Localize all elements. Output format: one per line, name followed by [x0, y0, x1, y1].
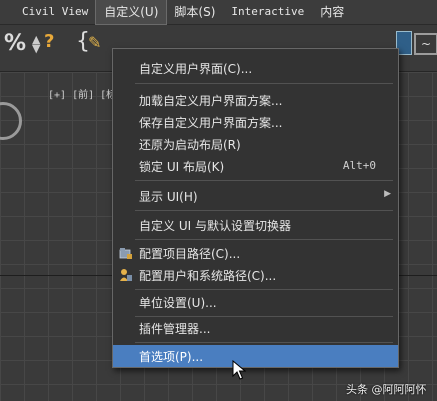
viewport-label[interactable]: [+] [前] [标 — [48, 86, 116, 101]
menu-item-revert-startup-layout[interactable]: 还原为启动布局(R) — [113, 133, 398, 155]
edit-pen-icon[interactable]: ✎ — [88, 33, 101, 52]
customize-dropdown-menu: 自定义用户界面(C)... 加载自定义用户界面方案... 保存自定义用户界面方案… — [112, 48, 399, 368]
menu-item-configure-user-system-paths[interactable]: 配置用户和系统路径(C)... — [113, 264, 398, 286]
menu-item-label: 配置用户和系统路径(C)... — [139, 269, 277, 283]
menu-civil-view[interactable]: Civil View — [0, 0, 96, 24]
menu-separator — [135, 342, 393, 343]
menu-item-shortcut: Alt+0 — [342, 159, 376, 172]
menu-item-configure-project-paths[interactable]: 配置项目路径(C)... — [113, 242, 398, 264]
watermark-text: 头条 @阿阿阿怀 — [346, 383, 427, 396]
menu-item-label: 配置项目路径(C)... — [139, 247, 241, 261]
submenu-arrow-icon: ▶ — [384, 189, 391, 199]
menu-item-label: 单位设置(U)... — [139, 296, 217, 310]
menu-item-label: 自定义用户界面(C)... — [139, 62, 253, 76]
menu-customize[interactable]: 自定义(U) — [95, 0, 168, 25]
menu-item-label: 首选项(P)... — [139, 350, 204, 364]
menu-item-load-ui-scheme[interactable]: 加载自定义用户界面方案... — [113, 89, 398, 111]
menu-item-label: 锁定 UI 布局(K) — [139, 160, 225, 174]
menu-item-ui-defaults-switcher[interactable]: 自定义 UI 与默认设置切换器 — [113, 214, 398, 236]
menu-item-plugin-manager[interactable]: 插件管理器... — [113, 317, 398, 339]
wave-curve-icon[interactable]: ~ — [414, 33, 437, 55]
menu-item-label: 自定义 UI 与默认设置切换器 — [139, 219, 291, 233]
folder-icon — [119, 246, 133, 260]
menu-separator — [135, 239, 393, 240]
menu-item-label: 还原为启动布局(R) — [139, 138, 241, 152]
menu-separator — [135, 210, 393, 211]
menu-separator — [135, 289, 393, 290]
menu-scripting[interactable]: 脚本(S) — [166, 0, 223, 24]
menu-interactive[interactable]: Interactive — [223, 0, 312, 24]
menu-item-label: 插件管理器... — [139, 322, 211, 336]
menu-item-save-ui-scheme[interactable]: 保存自定义用户界面方案... — [113, 111, 398, 133]
menu-content[interactable]: 内容 — [312, 0, 352, 24]
menu-item-label: 加载自定义用户界面方案... — [139, 94, 283, 108]
user-folder-icon — [119, 268, 133, 282]
menu-separator — [135, 180, 393, 181]
percent-snap-icon[interactable]: % — [4, 31, 26, 56]
menu-item-label: 保存自定义用户界面方案... — [139, 116, 283, 130]
help-question-icon[interactable]: ? — [44, 31, 54, 52]
menu-item-preferences[interactable]: 首选项(P)... — [113, 345, 398, 367]
menu-item-lock-ui-layout[interactable]: 锁定 UI 布局(K) Alt+0 — [113, 155, 398, 177]
spinner-snap-icon[interactable]: ▲ ▼ — [32, 34, 40, 54]
viewcube-ring-icon[interactable] — [0, 102, 22, 140]
menu-bar: Civil View 自定义(U) 脚本(S) Interactive 内容 — [0, 0, 437, 25]
menu-item-label: 显示 UI(H) — [139, 190, 198, 204]
menu-item-units-setup[interactable]: 单位设置(U)... — [113, 291, 398, 313]
mouse-cursor-icon — [232, 360, 246, 380]
menu-separator — [135, 83, 393, 84]
menu-item-show-ui[interactable]: 显示 UI(H) ▶ — [113, 185, 398, 207]
menu-item-customize-ui[interactable]: 自定义用户界面(C)... — [113, 57, 398, 79]
